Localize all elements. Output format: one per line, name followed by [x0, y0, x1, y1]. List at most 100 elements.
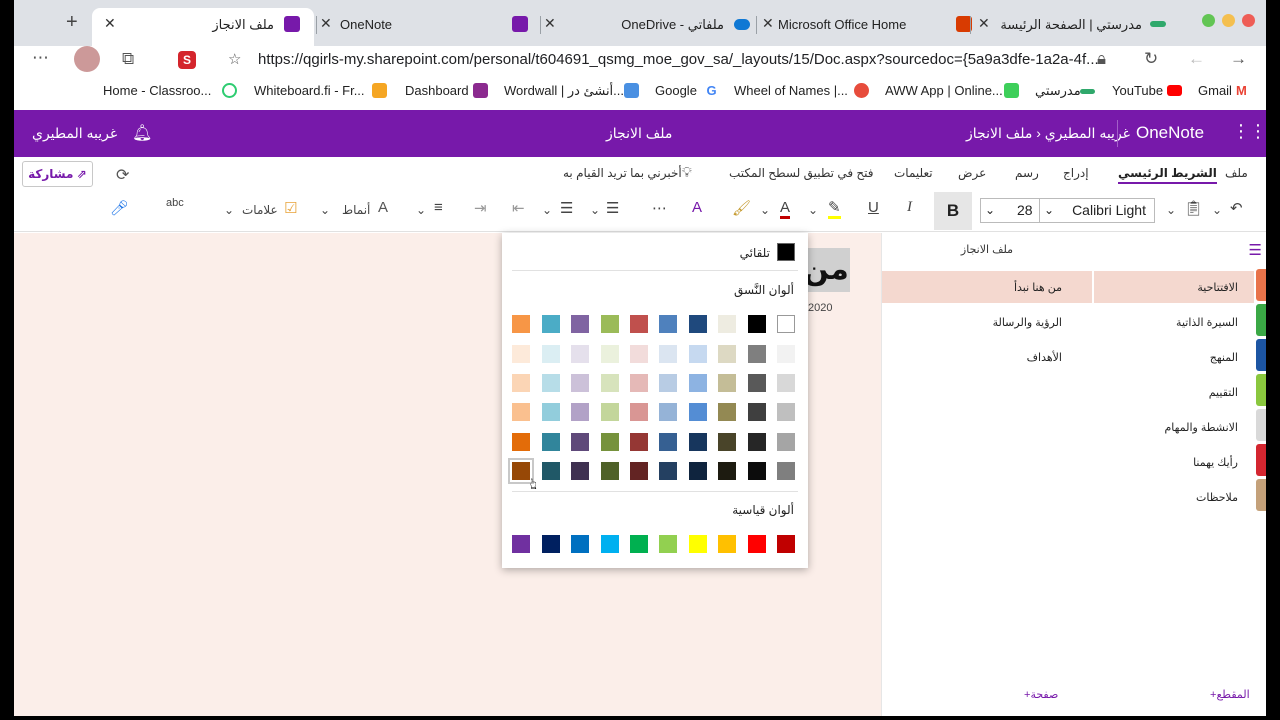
standard-color-swatch[interactable]: [512, 535, 531, 553]
outdent-icon[interactable]: ⇤: [512, 199, 525, 217]
page-item[interactable]: الرؤية والرسالة: [993, 316, 1062, 329]
theme-color-swatch[interactable]: [777, 433, 795, 451]
close-window-button[interactable]: [1242, 14, 1255, 27]
theme-color-swatch[interactable]: [630, 462, 648, 480]
theme-color-swatch[interactable]: [659, 315, 678, 333]
theme-color-swatch[interactable]: [541, 403, 560, 421]
page-item[interactable]: من هنا نبدأ: [1014, 281, 1062, 294]
standard-color-swatch[interactable]: [659, 535, 678, 553]
tags-dropdown-icon[interactable]: ⌄: [224, 203, 234, 217]
tab-open-desktop[interactable]: فتح في تطبيق لسطح المكتب: [729, 166, 874, 180]
theme-color-swatch[interactable]: [718, 315, 737, 333]
spelling-button[interactable]: abc: [166, 197, 184, 209]
refresh-icon[interactable]: ↻: [1144, 49, 1158, 69]
share-button[interactable]: مشاركة ⇗: [22, 161, 93, 187]
theme-color-swatch[interactable]: [630, 374, 648, 392]
theme-color-swatch[interactable]: [659, 403, 678, 421]
page-heading[interactable]: من: [802, 248, 850, 292]
bookmark-classroom[interactable]: Home - Classroo...: [103, 83, 211, 98]
tab-home[interactable]: الشريط الرئيسي: [1118, 166, 1217, 184]
breadcrumb[interactable]: غريبه المطيري ‹ ملف الانجاز: [966, 125, 1130, 142]
theme-color-swatch[interactable]: [718, 433, 737, 451]
numbering-dropdown-icon[interactable]: ⌄: [542, 203, 552, 217]
minimize-window-button[interactable]: [1222, 14, 1235, 27]
theme-color-swatch[interactable]: [512, 374, 531, 392]
theme-color-swatch[interactable]: [571, 403, 590, 421]
paste-dropdown-icon[interactable]: ⌄: [1166, 203, 1176, 217]
favorite-star-icon[interactable]: ☆: [228, 46, 241, 74]
theme-color-swatch[interactable]: [600, 403, 619, 421]
theme-color-swatch[interactable]: [571, 345, 590, 363]
undo-dropdown-icon[interactable]: ⌄: [1212, 203, 1222, 217]
close-tab-icon[interactable]: ✕: [762, 15, 774, 32]
standard-color-swatch[interactable]: [777, 535, 795, 553]
theme-color-swatch[interactable]: [659, 374, 678, 392]
theme-color-swatch[interactable]: [541, 462, 560, 480]
clear-formatting-icon[interactable]: A: [692, 199, 702, 216]
theme-color-swatch[interactable]: [600, 315, 619, 333]
bookmark-wheel-of-names[interactable]: Wheel of Names |...: [734, 83, 848, 98]
highlight-dropdown-icon[interactable]: ⌄: [808, 203, 818, 217]
bullets-icon[interactable]: ☰: [606, 199, 619, 217]
theme-color-swatch[interactable]: [777, 345, 795, 363]
avatar[interactable]: [74, 46, 100, 72]
theme-color-swatch[interactable]: [512, 433, 531, 451]
indent-icon[interactable]: ⇥: [474, 199, 487, 217]
tab-file[interactable]: ملف: [1225, 166, 1248, 180]
theme-color-swatch[interactable]: [541, 374, 560, 392]
bookmark-madrasati[interactable]: مدرستي: [1035, 83, 1081, 99]
theme-color-swatch[interactable]: [688, 315, 707, 333]
theme-color-swatch[interactable]: [718, 462, 737, 480]
standard-color-swatch[interactable]: [718, 535, 737, 553]
font-size-select[interactable]: ⌄ 28: [980, 198, 1040, 223]
tab-onenote[interactable]: ✕ OneNote: [318, 8, 540, 40]
tab-active-document[interactable]: ✕ ملف الانجاز: [92, 8, 314, 46]
theme-color-swatch[interactable]: [659, 345, 678, 363]
theme-color-swatch[interactable]: [777, 374, 795, 392]
standard-color-swatch[interactable]: [541, 535, 560, 553]
standard-color-swatch[interactable]: [630, 535, 648, 553]
automatic-color-swatch[interactable]: [777, 243, 795, 261]
theme-color-swatch[interactable]: [688, 462, 707, 480]
section-item[interactable]: الافتتاحية: [1197, 281, 1238, 294]
page-item[interactable]: الأهداف: [1027, 351, 1062, 364]
theme-color-swatch[interactable]: [747, 403, 766, 421]
align-dropdown-icon[interactable]: ⌄: [416, 203, 426, 217]
bookmark-youtube[interactable]: YouTube: [1112, 83, 1163, 98]
todo-tag-icon[interactable]: ☑: [284, 199, 297, 217]
theme-color-swatch[interactable]: [512, 315, 531, 333]
font-color-dropdown-icon[interactable]: ⌄: [760, 203, 770, 217]
bold-button[interactable]: B: [934, 192, 972, 230]
theme-color-swatch[interactable]: [600, 345, 619, 363]
automatic-label[interactable]: تلقائي: [740, 246, 770, 260]
section-item[interactable]: رأيك يهمنا: [1193, 456, 1238, 469]
tell-me-search[interactable]: أخبرني بما تريد القيام به: [563, 166, 682, 180]
tags-button[interactable]: علامات: [242, 203, 278, 217]
app-launcher-icon[interactable]: ⋮⋮⋮: [1232, 121, 1266, 142]
theme-color-swatch[interactable]: [512, 403, 531, 421]
bookmark-wordwall[interactable]: Wordwall | أنشئ در...: [504, 83, 624, 99]
tab-view[interactable]: عرض: [958, 166, 986, 180]
theme-color-swatch[interactable]: [777, 462, 795, 480]
theme-color-swatch[interactable]: [747, 315, 766, 333]
standard-color-swatch[interactable]: [747, 535, 766, 553]
section-item[interactable]: ملاحظات: [1196, 491, 1238, 504]
theme-color-swatch[interactable]: [777, 403, 795, 421]
theme-color-swatch[interactable]: [718, 403, 737, 421]
font-color-icon[interactable]: A: [780, 199, 791, 219]
sync-icon[interactable]: ⟳: [116, 165, 129, 185]
tab-draw[interactable]: رسم: [1015, 166, 1039, 180]
standard-color-swatch[interactable]: [600, 535, 619, 553]
theme-color-swatch[interactable]: [630, 345, 648, 363]
theme-color-swatch[interactable]: [571, 462, 590, 480]
collections-icon[interactable]: ⧉: [122, 49, 134, 69]
highlight-icon[interactable]: ✎: [828, 199, 841, 219]
theme-color-swatch[interactable]: [747, 345, 766, 363]
theme-color-swatch[interactable]: [512, 345, 531, 363]
close-tab-icon[interactable]: ✕: [104, 15, 116, 32]
theme-color-swatch[interactable]: [747, 374, 766, 392]
theme-color-swatch[interactable]: [571, 374, 590, 392]
theme-color-swatch[interactable]: [777, 315, 795, 333]
more-options-icon[interactable]: ⋯: [652, 199, 667, 217]
new-tab-button[interactable]: +: [66, 11, 78, 34]
